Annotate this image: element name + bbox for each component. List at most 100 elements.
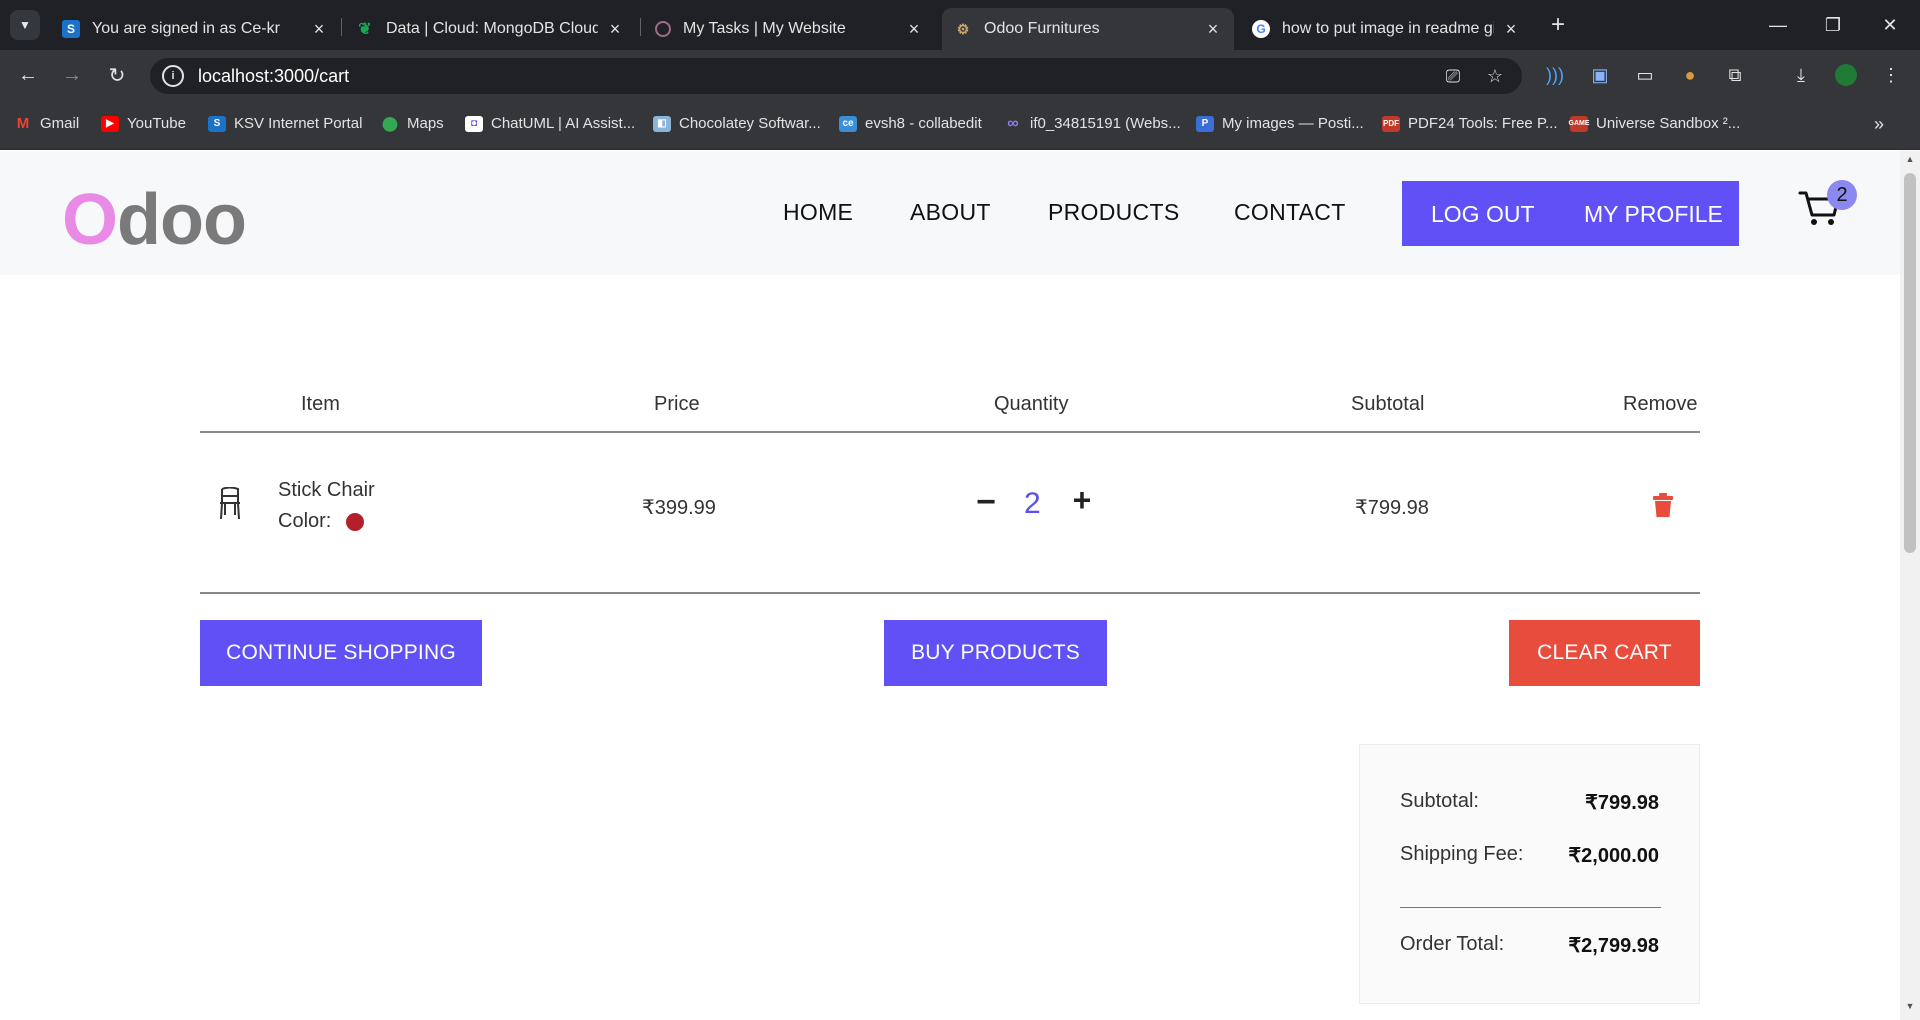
ce-icon: ce [839, 115, 857, 132]
my-profile-button[interactable]: MY PROFILE [1584, 201, 1723, 228]
bookmark-label: Maps [407, 115, 444, 132]
bookmarks-overflow-chevron-icon[interactable]: » [1874, 114, 1884, 135]
bookmark-item[interactable]: ⬤ Maps [381, 115, 444, 132]
postimages-icon: P [1196, 115, 1214, 132]
bookmark-item[interactable]: ◧ Chocolatey Softwar... [653, 115, 821, 132]
site-info-icon[interactable]: i [162, 65, 184, 87]
minimize-icon[interactable]: — [1758, 8, 1798, 42]
browser-tab[interactable]: ❦ Data | Cloud: MongoDB Cloud × [344, 8, 636, 50]
youtube-icon: ▶ [101, 115, 119, 132]
browser-tab[interactable]: S You are signed in as Ce-kr × [50, 8, 340, 50]
close-icon[interactable]: × [1502, 19, 1520, 40]
close-icon[interactable]: × [1204, 19, 1222, 40]
url-text[interactable]: localhost:3000/cart [198, 66, 349, 87]
bookmark-label: YouTube [127, 115, 186, 132]
buy-products-button[interactable]: BUY PRODUCTS [884, 620, 1107, 686]
new-tab-plus-icon[interactable]: + [1543, 10, 1573, 40]
infinity-icon: ∞ [1007, 114, 1019, 132]
profile-avatar-icon[interactable] [1833, 62, 1859, 88]
nav-products[interactable]: PRODUCTS [1048, 199, 1179, 226]
item-subtotal: ₹799.98 [1355, 497, 1429, 519]
scrollbar-thumb[interactable] [1904, 173, 1916, 553]
reload-icon[interactable]: ↻ [101, 59, 133, 91]
summary-total-label: Order Total: [1400, 933, 1505, 955]
bookmark-item[interactable]: ▶ YouTube [101, 115, 186, 132]
close-window-icon[interactable]: ✕ [1870, 8, 1910, 42]
forward-arrow-icon[interactable]: → [56, 59, 88, 91]
extension-wave-icon[interactable]: ))) [1542, 62, 1568, 88]
tab-title: how to put image in readme gi [1282, 20, 1494, 37]
logout-button[interactable]: LOG OUT [1431, 201, 1535, 228]
tab-separator [341, 18, 342, 36]
extensions-puzzle-icon[interactable]: ⧉ [1722, 62, 1748, 88]
back-arrow-icon[interactable]: ← [12, 59, 44, 91]
bookmark-item[interactable]: ◘ ChatUML | AI Assist... [465, 115, 635, 132]
page-scrollbar[interactable]: ▲ ▼ [1900, 151, 1920, 1020]
clear-cart-button[interactable]: CLEAR CART [1509, 620, 1700, 686]
install-app-icon[interactable]: ⎚ [1442, 65, 1464, 87]
item-color-label: Color: [278, 510, 332, 532]
header-item: Item [301, 393, 340, 415]
screen-capture-icon[interactable]: ▣ [1587, 62, 1613, 88]
summary-shipping-value: ₹2,000.00 [1568, 845, 1659, 867]
bookmark-star-icon[interactable]: ☆ [1484, 65, 1506, 87]
maps-pin-icon: ⬤ [382, 115, 398, 131]
s-icon: S [208, 115, 226, 132]
nav-about[interactable]: ABOUT [910, 199, 991, 226]
browser-tab[interactable]: G how to put image in readme gi × [1240, 8, 1532, 50]
bookmark-item[interactable]: S KSV Internet Portal [208, 115, 362, 132]
bookmark-item[interactable]: PDF PDF24 Tools: Free P... [1382, 115, 1558, 132]
tab-search-chevron-icon[interactable]: ▼ [10, 10, 40, 40]
browser-tab-active[interactable]: ⚙ Odoo Furnitures × [942, 8, 1234, 50]
header-divider [200, 431, 1700, 433]
row-divider [200, 592, 1700, 594]
continue-shopping-button[interactable]: CONTINUE SHOPPING [200, 620, 482, 686]
scroll-up-arrow-icon[interactable]: ▲ [1900, 154, 1920, 170]
tab-title: Odoo Furnitures [984, 20, 1100, 37]
address-bar[interactable]: i localhost:3000/cart ⎚ ☆ [150, 58, 1522, 94]
download-icon[interactable]: ⤓ [1788, 62, 1814, 88]
scroll-down-arrow-icon[interactable]: ▼ [1900, 1001, 1920, 1017]
close-icon[interactable]: × [905, 19, 923, 40]
summary-subtotal-value: ₹799.98 [1585, 792, 1659, 814]
tab-title: You are signed in as Ce-kr [92, 20, 280, 37]
nav-home[interactable]: HOME [783, 199, 853, 226]
auth-button-group: LOG OUT MY PROFILE [1402, 181, 1739, 246]
restore-icon[interactable]: ❐ [1813, 8, 1853, 42]
quantity-decrease-minus-icon[interactable]: − [972, 483, 1000, 521]
site-logo[interactable]: Odoo [62, 179, 247, 261]
header-subtotal: Subtotal [1351, 393, 1425, 415]
bookmark-label: My images — Posti... [1222, 115, 1364, 132]
item-name: Stick Chair [278, 479, 375, 501]
s-icon: S [62, 20, 80, 38]
bookmark-item[interactable]: P My images — Posti... [1196, 115, 1364, 132]
bookmark-item[interactable]: ce evsh8 - collabedit [839, 115, 982, 132]
odoo-icon: ⚙ [956, 20, 970, 37]
summary-total-value: ₹2,799.98 [1568, 935, 1659, 957]
close-icon[interactable]: × [310, 19, 328, 40]
tab-separator [640, 18, 641, 36]
more-menu-icon[interactable]: ⋮ [1878, 62, 1904, 88]
quantity-value: 2 [1024, 487, 1041, 520]
bookmark-label: PDF24 Tools: Free P... [1408, 115, 1558, 132]
cookie-icon[interactable]: ● [1677, 62, 1703, 88]
site-header: Odoo HOME ABOUT PRODUCTS CONTACT LOG OUT… [0, 151, 1900, 275]
pdf24-icon: PDF [1382, 115, 1400, 132]
browser-tab[interactable]: My Tasks | My Website × [643, 8, 935, 50]
tab-title: My Tasks | My Website [683, 20, 846, 37]
window-extension-icon[interactable]: ▭ [1632, 62, 1658, 88]
quantity-increase-plus-icon[interactable]: + [1068, 482, 1096, 518]
summary-divider [1400, 907, 1661, 908]
chair-product-image [220, 487, 240, 520]
bookmark-label: Chocolatey Softwar... [679, 115, 821, 132]
bookmark-item[interactable]: ∞ if0_34815191 (Webs... [1004, 114, 1180, 133]
nav-contact[interactable]: CONTACT [1234, 199, 1346, 226]
bookmark-item[interactable]: GAME Universe Sandbox ²... [1569, 115, 1741, 132]
close-icon[interactable]: × [606, 19, 624, 40]
circle-icon [655, 21, 671, 37]
trash-icon[interactable] [1652, 492, 1674, 518]
summary-subtotal-label: Subtotal: [1400, 790, 1479, 812]
browser-tab-bar: ▼ S You are signed in as Ce-kr × ❦ Data … [0, 0, 1920, 50]
bookmark-item[interactable]: M Gmail [14, 115, 79, 132]
page-viewport: Odoo HOME ABOUT PRODUCTS CONTACT LOG OUT… [0, 151, 1920, 1020]
